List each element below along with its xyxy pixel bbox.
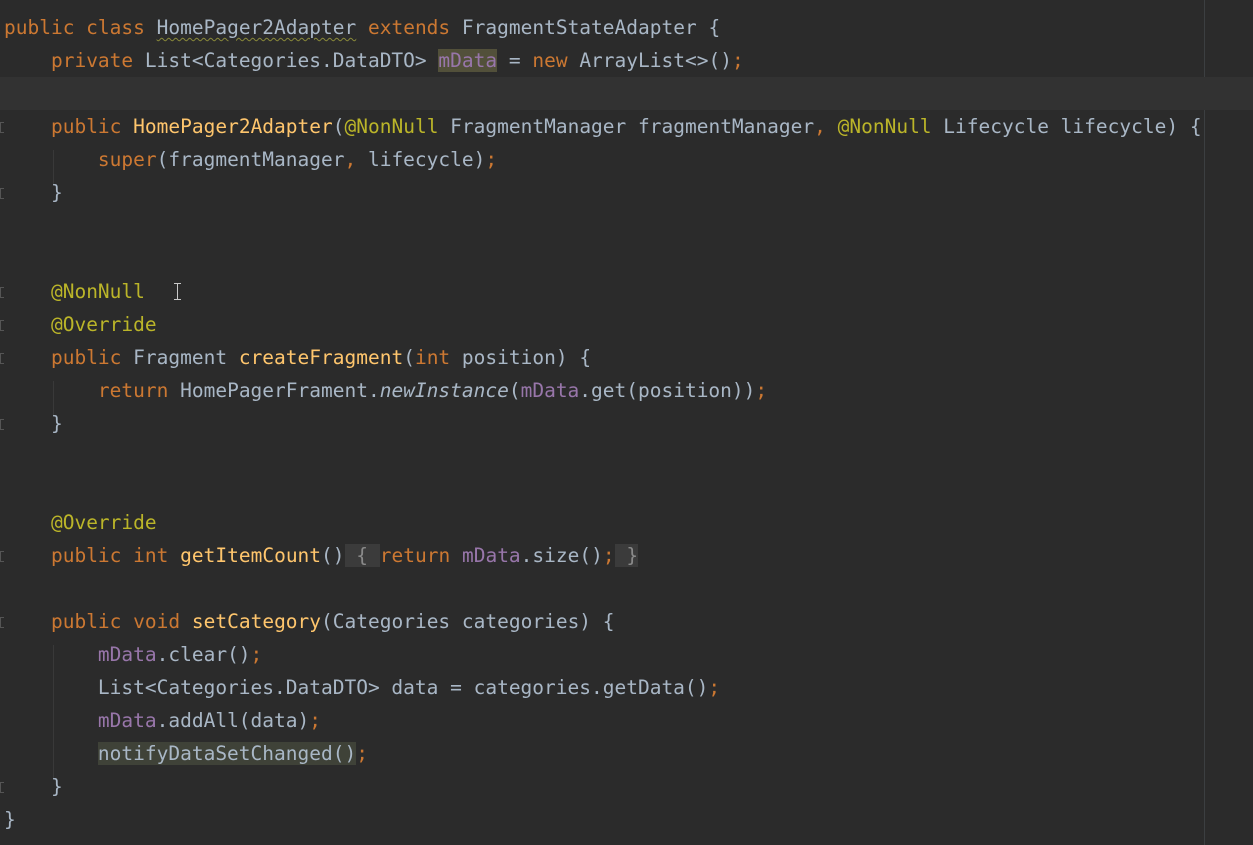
code-line-20[interactable]: mData.clear();	[0, 638, 1253, 671]
method-name: getItemCount	[180, 544, 322, 567]
code-line-14[interactable]	[0, 440, 1253, 473]
code-line-23[interactable]: notifyDataSetChanged();	[0, 737, 1253, 770]
text-cursor-icon	[174, 283, 182, 300]
code-line-19[interactable]: public void setCategory(Categories categ…	[0, 605, 1253, 638]
code-line-16[interactable]: @Override	[0, 506, 1253, 539]
annotation: @Override	[50, 511, 157, 534]
constructor-name: HomePager2Adapter	[133, 115, 333, 138]
annotation: @Override	[50, 313, 157, 336]
folded-region[interactable]: {	[344, 544, 380, 567]
code-line-13[interactable]: }	[0, 407, 1253, 440]
code-line-9[interactable]: @NonNull	[0, 275, 1253, 308]
code-line-5[interactable]: super(fragmentManager, lifecycle);	[0, 143, 1253, 176]
code-line-15[interactable]	[0, 473, 1253, 506]
code-line-2[interactable]: private List<Categories.DataDTO> mData =…	[0, 44, 1253, 77]
method-name: setCategory	[191, 610, 322, 633]
method-name: createFragment	[238, 346, 404, 369]
code-line-6[interactable]: }	[0, 176, 1253, 209]
class-name: HomePager2Adapter	[156, 16, 357, 39]
code-line-25[interactable]: }	[0, 803, 1253, 836]
folded-region[interactable]: }	[614, 544, 639, 567]
code-editor[interactable]: public class HomePager2Adapter extends F…	[0, 0, 1253, 845]
code-line-18[interactable]	[0, 572, 1253, 605]
code-line-1[interactable]: public class HomePager2Adapter extends F…	[0, 11, 1253, 44]
code-line-11[interactable]: public Fragment createFragment(int posit…	[0, 341, 1253, 374]
code-line-17[interactable]: public int getItemCount() { return mData…	[0, 539, 1253, 572]
field-mdata: mData	[438, 49, 498, 72]
code-line-12[interactable]: return HomePagerFrament.newInstance(mDat…	[0, 374, 1253, 407]
code-line-3-current[interactable]	[0, 77, 1253, 110]
code-line-24[interactable]: }	[0, 770, 1253, 803]
static-method-call: newInstance	[379, 379, 509, 402]
keyword: public class	[4, 16, 145, 39]
code-line-4[interactable]: public HomePager2Adapter(@NonNull Fragme…	[0, 110, 1253, 143]
code-line-7[interactable]	[0, 209, 1253, 242]
code-line-22[interactable]: mData.addAll(data);	[0, 704, 1253, 737]
code-line-10[interactable]: @Override	[0, 308, 1253, 341]
keyword: extends	[367, 16, 451, 39]
code-line-8[interactable]	[0, 242, 1253, 275]
code-line-21[interactable]: List<Categories.DataDTO> data = categori…	[0, 671, 1253, 704]
highlighted-call: notifyDataSetChanged()	[97, 742, 357, 765]
annotation: @NonNull	[50, 280, 145, 303]
